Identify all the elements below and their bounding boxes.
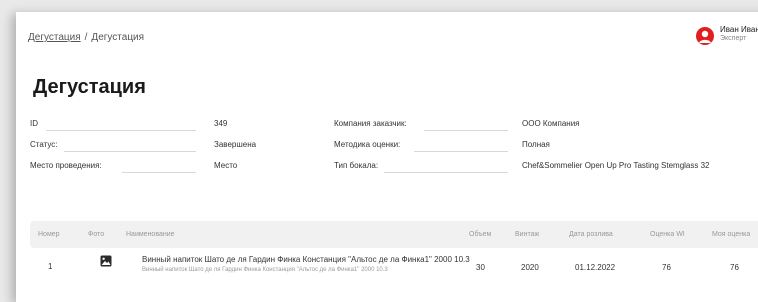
field-id-label: ID <box>30 119 38 128</box>
field-company-label: Компания заказчик: <box>334 119 407 128</box>
breadcrumb-link-tasting[interactable]: Дегустация <box>28 32 81 43</box>
field-glass: Тип бокала: Chef&Sommelier Open Up Pro T… <box>334 161 754 173</box>
breadcrumb-current: Дегустация <box>91 32 145 43</box>
user-menu[interactable]: Иван Иванов Эксперт <box>696 25 758 45</box>
field-venue-value: Место <box>214 161 238 170</box>
user-icon <box>699 30 711 43</box>
breadcrumb: Дегустация / Дегустация <box>28 32 144 43</box>
col-header-volume[interactable]: Объем <box>469 231 491 238</box>
main-window: Дегустация/Дегустация Иван Иванов Экспер… <box>16 12 758 302</box>
row-volume: 30 <box>476 263 485 272</box>
row-bottling-date: 01.12.2022 <box>575 263 616 272</box>
col-header-photo[interactable]: Фото <box>88 231 104 238</box>
field-id: ID 349 <box>30 119 260 131</box>
field-method-label: Методика оценки: <box>334 140 401 149</box>
table-row[interactable]: 1 Винный напиток Шато де ля Гардин Финка… <box>30 250 758 282</box>
page-title: Дегустация <box>33 76 146 98</box>
row-name-subtitle: Винный напиток Шато де ля Гардин Финка К… <box>142 267 388 273</box>
field-method-value: Полная <box>522 140 550 149</box>
user-name: Иван Иванов <box>720 25 758 34</box>
image-icon[interactable] <box>100 255 112 267</box>
avatar[interactable] <box>696 27 714 45</box>
field-status-label: Статус: <box>30 140 58 149</box>
field-company-value: ООО Компания <box>522 119 580 128</box>
field-status-value: Завершена <box>214 140 257 149</box>
field-venue: Место проведения: Место <box>30 161 260 173</box>
field-glass-value: Chef&Sommelier Open Up Pro Tasting Stemg… <box>522 161 710 170</box>
user-role: Эксперт <box>720 35 747 42</box>
field-status: Статус: Завершена <box>30 140 260 152</box>
top-bar: Дегустация/Дегустация Иван Иванов Экспер… <box>16 12 758 62</box>
field-glass-underline <box>384 172 508 173</box>
row-name[interactable]: Винный напиток Шато де ля Гардин Финка К… <box>142 255 470 264</box>
user-info: Иван Иванов Эксперт <box>720 25 758 43</box>
field-id-value: 349 <box>214 119 228 128</box>
col-header-wi-score[interactable]: Оценка WI <box>650 231 685 238</box>
row-number: 1 <box>48 262 53 271</box>
row-wi-score: 76 <box>662 263 671 272</box>
col-header-number[interactable]: Номер <box>38 231 60 238</box>
field-glass-label: Тип бокала: <box>334 161 379 170</box>
field-company: Компания заказчик: ООО Компания <box>334 119 754 131</box>
field-venue-label: Место проведения: <box>30 161 102 170</box>
col-header-name[interactable]: Наименование <box>126 231 175 238</box>
row-my-score: 76 <box>730 263 739 272</box>
col-header-bottling-date[interactable]: Дата розлива <box>569 231 613 238</box>
breadcrumb-separator: / <box>84 32 88 43</box>
col-header-vintage[interactable]: Винтаж <box>515 231 539 238</box>
field-id-underline <box>46 130 196 131</box>
field-method-underline <box>414 151 508 152</box>
field-venue-underline <box>122 172 196 173</box>
field-method: Методика оценки: Полная <box>334 140 754 152</box>
field-status-underline <box>64 151 196 152</box>
field-company-underline <box>424 130 508 131</box>
table-header: Номер Фото Наименование Объем Винтаж Дат… <box>30 221 758 248</box>
row-vintage: 2020 <box>521 263 539 272</box>
col-header-my-score[interactable]: Моя оценка <box>712 231 750 238</box>
